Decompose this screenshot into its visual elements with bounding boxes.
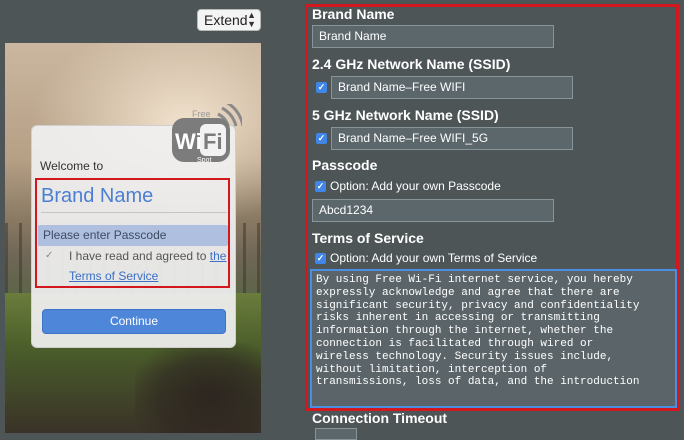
svg-text:Fi: Fi [203, 129, 223, 154]
tos-link-part1[interactable]: the [210, 249, 227, 263]
passcode-option-checkbox[interactable]: ✓ [315, 181, 326, 192]
agree-checkbox[interactable]: ✓ [45, 250, 56, 261]
svg-text:Spot: Spot [197, 157, 211, 164]
free-wifi-spot-logo: Free Wi Fi Spot [172, 104, 242, 164]
ssid5-label: 5 GHz Network Name (SSID) [312, 107, 499, 123]
continue-button[interactable]: Continue [42, 309, 226, 334]
extend-label: Extend [204, 12, 248, 28]
brand-name-input[interactable]: Brand Name [312, 25, 554, 48]
passcode-option-label: Option: Add your own Passcode [330, 179, 501, 193]
extend-select[interactable]: Extend ▲ ▼ [197, 9, 261, 31]
agree-label: I have read and agreed to [69, 249, 210, 263]
preview-passcode-input[interactable]: Please enter Passcode [38, 225, 228, 246]
welcome-label: Welcome to [40, 159, 104, 173]
agree-text: I have read and agreed to the [69, 249, 226, 263]
svg-text:Wi: Wi [175, 129, 202, 154]
tos-link[interactable]: Terms of Service [69, 269, 158, 283]
tos-textarea[interactable]: By using Free Wi-Fi internet service, yo… [310, 269, 677, 408]
connection-timeout-input[interactable] [315, 428, 357, 440]
ssid24-label: 2.4 GHz Network Name (SSID) [312, 56, 511, 72]
brand-divider [41, 212, 227, 213]
tos-option-checkbox[interactable]: ✓ [315, 253, 326, 264]
tos-option-label: Option: Add your own Terms of Service [330, 251, 538, 265]
ssid24-checkbox[interactable]: ✓ [316, 82, 327, 93]
passcode-label: Passcode [312, 157, 378, 173]
connection-timeout-label: Connection Timeout [312, 410, 448, 426]
ssid24-input[interactable]: Brand Name–Free WIFI [331, 76, 573, 99]
ssid5-checkbox[interactable]: ✓ [316, 133, 327, 144]
passcode-input[interactable]: Abcd1234 [312, 199, 554, 222]
svg-text:Free: Free [192, 109, 211, 119]
ssid5-input[interactable]: Brand Name–Free WIFI_5G [331, 127, 573, 150]
updown-arrows-icon: ▲ ▼ [247, 10, 256, 29]
tos-label: Terms of Service [312, 230, 424, 246]
brand-name-label: Brand Name [312, 6, 395, 22]
preview-foreground [135, 343, 261, 433]
preview-brand-title: Brand Name [41, 185, 154, 207]
